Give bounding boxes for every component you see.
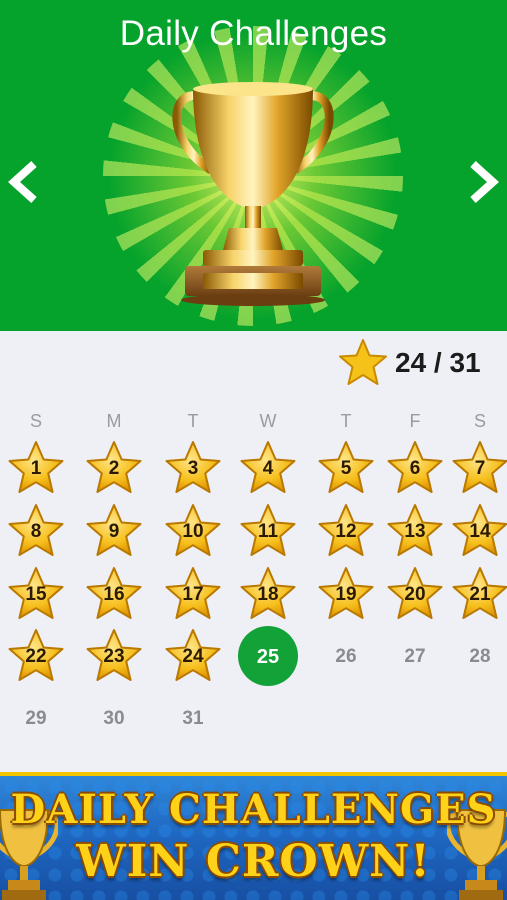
day-completed-17[interactable]: 17	[163, 564, 223, 624]
day-completed-20[interactable]: 20	[385, 564, 445, 624]
previous-month-button[interactable]	[2, 158, 46, 206]
day-number: 4	[262, 458, 274, 479]
day-number: 19	[335, 584, 357, 605]
day-completed-8[interactable]: 8	[6, 501, 66, 561]
day-number: 9	[108, 521, 120, 542]
header-banner: Daily Challenges	[0, 0, 507, 331]
day-completed-22[interactable]: 22	[6, 626, 66, 686]
day-completed-19[interactable]: 19	[316, 564, 376, 624]
weekday-label: F	[409, 411, 421, 431]
day-completed-2[interactable]: 2	[84, 438, 144, 498]
weekday-label: S	[473, 411, 486, 431]
day-completed-6[interactable]: 6	[385, 438, 445, 498]
day-upcoming-30[interactable]: 30	[84, 688, 144, 748]
day-completed-11[interactable]: 11	[238, 501, 298, 561]
day-number: 30	[103, 708, 125, 729]
day-completed-12[interactable]: 12	[316, 501, 376, 561]
day-number: 6	[409, 458, 421, 479]
day-upcoming-31[interactable]: 31	[163, 688, 223, 748]
day-upcoming-28[interactable]: 28	[450, 626, 507, 686]
day-number: 17	[182, 584, 204, 605]
day-number: 8	[30, 521, 42, 542]
day-completed-21[interactable]: 21	[450, 564, 507, 624]
day-completed-4[interactable]: 4	[238, 438, 298, 498]
day-today-25[interactable]: 25	[238, 626, 298, 686]
chevron-right-icon	[470, 161, 499, 203]
day-completed-16[interactable]: 16	[84, 564, 144, 624]
day-completed-14[interactable]: 14	[450, 501, 507, 561]
day-completed-18[interactable]: 18	[238, 564, 298, 624]
weekday-label: S	[29, 411, 42, 431]
day-upcoming-27[interactable]: 27	[385, 626, 445, 686]
day-number: 28	[469, 646, 491, 667]
day-number: 15	[25, 584, 47, 605]
score-count: 24 / 31	[395, 347, 481, 378]
weekday-label: T	[340, 411, 352, 431]
weekday-label: M	[106, 411, 122, 431]
day-number: 31	[182, 708, 204, 729]
day-upcoming-29[interactable]: 29	[6, 688, 66, 748]
next-month-button[interactable]	[461, 158, 505, 206]
day-number: 23	[103, 646, 125, 667]
day-upcoming-26[interactable]: 26	[316, 626, 376, 686]
day-number: 16	[103, 584, 125, 605]
page-title: Daily Challenges	[119, 14, 388, 53]
day-completed-10[interactable]: 10	[163, 501, 223, 561]
day-number: 14	[469, 521, 491, 542]
day-number: 3	[187, 458, 199, 479]
day-number: 1	[30, 458, 42, 479]
day-number: 7	[474, 458, 486, 479]
day-completed-9[interactable]: 9	[84, 501, 144, 561]
promo-banner: DAILY CHALLENGES WIN CROWN!	[0, 772, 507, 900]
day-number: 25	[256, 646, 280, 668]
score-star-icon	[339, 339, 387, 385]
trophy-icon	[172, 82, 334, 306]
day-number: 26	[335, 646, 357, 667]
day-completed-24[interactable]: 24	[163, 626, 223, 686]
day-completed-15[interactable]: 15	[6, 564, 66, 624]
day-number: 18	[257, 584, 279, 605]
day-number: 10	[182, 521, 204, 542]
day-number: 11	[257, 521, 279, 542]
day-number: 29	[25, 708, 47, 729]
day-number: 12	[335, 521, 357, 542]
day-number: 20	[404, 584, 426, 605]
day-number: 27	[404, 646, 426, 667]
day-number: 22	[25, 646, 47, 667]
banner-headline: DAILY CHALLENGES	[10, 786, 497, 833]
day-number: 5	[340, 458, 352, 479]
day-number: 13	[404, 521, 426, 542]
day-completed-1[interactable]: 1	[6, 438, 66, 498]
day-completed-23[interactable]: 23	[84, 626, 144, 686]
day-number: 2	[108, 458, 120, 479]
chevron-left-icon	[8, 161, 37, 203]
day-completed-5[interactable]: 5	[316, 438, 376, 498]
day-number: 24	[182, 646, 204, 667]
day-completed-3[interactable]: 3	[163, 438, 223, 498]
day-number: 21	[469, 584, 491, 605]
day-completed-13[interactable]: 13	[385, 501, 445, 561]
weekday-label: T	[187, 411, 199, 431]
day-completed-7[interactable]: 7	[450, 438, 507, 498]
banner-subheadline: WIN CROWN!	[76, 836, 431, 887]
weekday-label: W	[259, 411, 277, 431]
